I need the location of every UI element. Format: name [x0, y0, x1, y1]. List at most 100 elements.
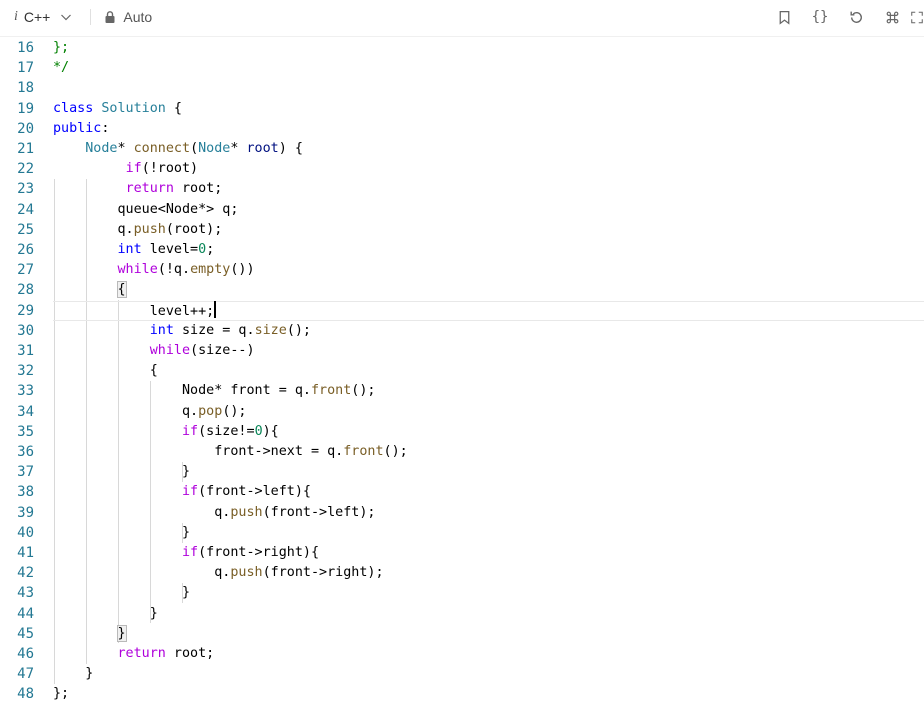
text-cursor	[214, 300, 216, 318]
code-text: if(front->left){	[53, 482, 311, 502]
code-line[interactable]: 30 int size = q.size();	[0, 321, 924, 341]
code-token: if	[125, 161, 142, 177]
code-line[interactable]: 39 q.push(front->left);	[0, 503, 924, 523]
code-line[interactable]: 46 return root;	[0, 644, 924, 664]
code-text: if(!root)	[53, 159, 199, 179]
language-selector[interactable]: i C++ Auto	[14, 0, 152, 34]
code-token: pop	[198, 403, 223, 419]
line-number: 39	[17, 504, 34, 521]
code-line[interactable]: 42 q.push(front->right);	[0, 563, 924, 583]
line-number: 42	[17, 565, 34, 582]
code-token: *	[230, 141, 247, 156]
code-line[interactable]: 17 */	[0, 58, 924, 78]
lock-icon	[105, 11, 115, 23]
code-token: root;	[173, 181, 223, 197]
code-line[interactable]: 24 queue<Node*> q;	[0, 200, 924, 220]
code-text: while(!q.empty())	[53, 260, 255, 280]
code-line[interactable]: 19 class Solution {	[0, 99, 924, 119]
code-token: }	[53, 524, 191, 540]
code-text: };	[53, 38, 69, 58]
code-line[interactable]: 32 {	[0, 361, 924, 381]
line-number: 23	[17, 181, 34, 198]
code-editor[interactable]: 16}; 17 */18 19 class Solution {20 public: 21 …	[0, 38, 924, 712]
code-line[interactable]: 44 }	[0, 604, 924, 624]
code-token: front	[343, 444, 384, 459]
mode-label: Auto	[123, 9, 153, 25]
code-line[interactable]: 45 }	[0, 624, 924, 644]
format-button[interactable]: {}	[802, 0, 838, 34]
code-token: level=	[141, 242, 199, 257]
code-text: int size = q.size();	[53, 321, 311, 341]
code-line[interactable]: 29 level++;	[0, 300, 924, 321]
reset-button[interactable]	[838, 0, 874, 34]
toolbar-divider	[90, 9, 92, 25]
code-line[interactable]: 31 while(size--)	[0, 341, 924, 361]
code-line[interactable]: 26 int level=0;	[0, 240, 924, 260]
code-line[interactable]: 48};	[0, 684, 924, 704]
line-number: 31	[17, 343, 34, 359]
code-token: ;	[206, 242, 215, 257]
code-line[interactable]: 36 front->next = q.front();	[0, 442, 924, 462]
code-line[interactable]: 33 Node* front = q.front();	[0, 381, 924, 401]
code-line[interactable]: 35 if(size!=0){	[0, 422, 924, 442]
code-token: }	[53, 585, 191, 601]
code-token: while	[117, 262, 158, 278]
braces-icon: {}	[811, 9, 829, 25]
code-token: push	[133, 221, 166, 237]
code-line[interactable]: 27 while(!q.empty())	[0, 260, 924, 280]
line-number: 26	[17, 242, 34, 258]
code-line[interactable]: 25 q.push(root);	[0, 220, 924, 240]
code-token: int	[149, 322, 174, 338]
code-line[interactable]: 21 Node* connect(Node* root) {	[0, 139, 924, 159]
code-text: public:	[53, 119, 109, 139]
code-token: return	[117, 646, 166, 661]
code-line[interactable]: 18	[0, 78, 924, 98]
code-text: }	[53, 462, 190, 482]
line-number: 45	[17, 625, 34, 642]
code-token: (!root)	[141, 161, 199, 177]
line-number: 33	[17, 383, 34, 400]
code-text: while(size--)	[53, 341, 255, 361]
code-token: return	[125, 181, 174, 197]
shortcuts-button[interactable]	[874, 0, 910, 34]
code-line[interactable]: 40 }	[0, 523, 924, 543]
line-number: 19	[17, 100, 34, 117]
code-line[interactable]: 37 }	[0, 462, 924, 482]
code-token: {	[53, 363, 158, 379]
code-line[interactable]: 47 }	[0, 664, 924, 684]
code-token: (!q.	[157, 262, 191, 278]
info-icon: i	[14, 9, 18, 24]
bookmark-button[interactable]	[766, 0, 802, 34]
code-line[interactable]: 43 }	[0, 583, 924, 603]
line-number: 40	[17, 524, 34, 541]
code-token: (front->left);	[262, 504, 376, 520]
code-token: (root);	[165, 221, 223, 237]
code-token: {	[165, 100, 182, 116]
code-token: (front->left){	[198, 484, 311, 500]
code-line[interactable]: 28 {	[0, 280, 924, 300]
code-token: q.	[53, 565, 231, 581]
code-text: return root;	[53, 644, 215, 664]
code-text: q.pop();	[53, 402, 247, 422]
code-line[interactable]: 16};	[0, 38, 924, 58]
code-text: front->next = q.front();	[53, 442, 408, 462]
code-line[interactable]: 34 q.pop();	[0, 402, 924, 422]
code-token: queue<Node*> q;	[53, 201, 239, 217]
line-number: 17	[17, 60, 34, 77]
code-line[interactable]: 23 return root;	[0, 179, 924, 199]
code-line[interactable]: 38 if(front->left){	[0, 482, 924, 502]
code-line[interactable]: 22 if(!root)	[0, 159, 924, 179]
code-text: };	[53, 684, 69, 704]
code-line[interactable]: 41 if(front->right){	[0, 543, 924, 563]
code-token: Node	[85, 141, 118, 156]
code-token: };	[53, 686, 70, 702]
code-text: }	[53, 583, 190, 603]
code-token: :	[101, 120, 110, 136]
code-token: Node	[198, 141, 231, 156]
code-line[interactable]: 20 public:	[0, 119, 924, 139]
fullscreen-button[interactable]	[910, 0, 924, 34]
code-text: {	[53, 361, 158, 381]
